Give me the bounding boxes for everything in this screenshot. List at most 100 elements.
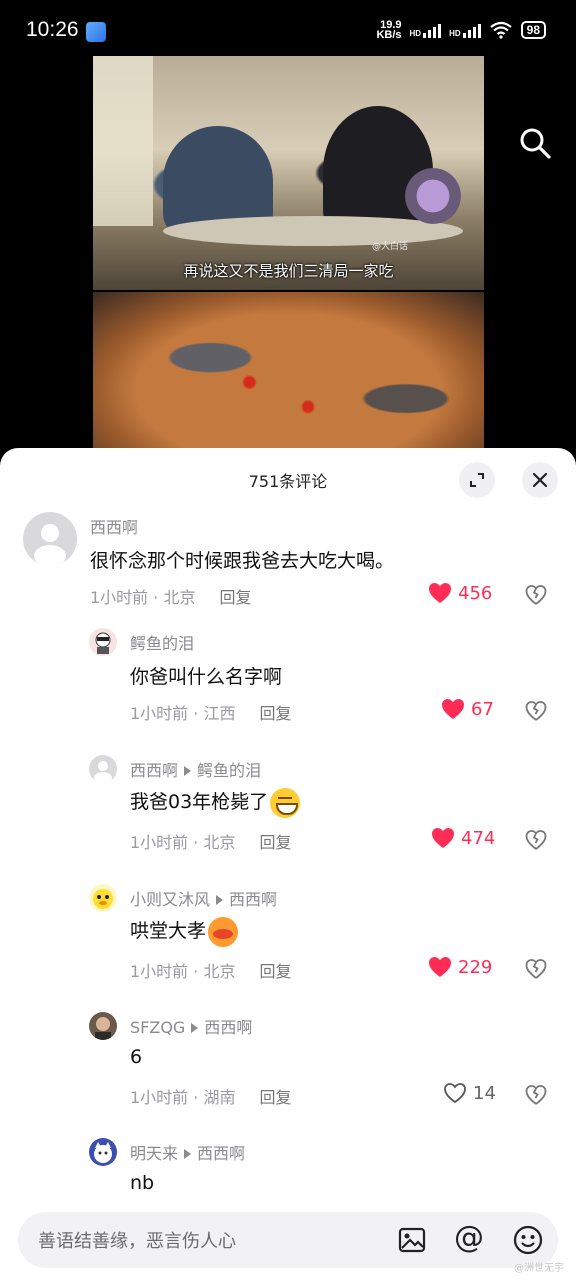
like-button[interactable]: 67 <box>441 698 494 720</box>
username-text[interactable]: 鳄鱼的泪 <box>130 634 194 653</box>
like-button[interactable]: 14 <box>443 1082 496 1104</box>
comment-username[interactable]: 鳄鱼的泪 <box>130 630 194 654</box>
signal-bars-1-icon <box>423 22 442 38</box>
comment-username[interactable]: 明天来 西西啊 <box>130 1140 245 1164</box>
comment-item: 小则又沐风 西西啊 哄堂大孝 1小时前 · 北京 回复 229 <box>0 882 576 992</box>
avatar[interactable] <box>89 628 117 656</box>
network-speed: 19.9 KB/s <box>376 20 401 41</box>
video-frame-fish-dish <box>93 292 484 456</box>
comment-username[interactable]: 西西啊 鳄鱼的泪 <box>130 757 261 781</box>
avatar-cat-icon <box>94 1142 112 1163</box>
hd-label-2: HD <box>449 29 461 38</box>
reply-to-username[interactable]: 西西啊 <box>229 890 277 909</box>
meta-sep: · <box>188 833 204 852</box>
reply-button[interactable]: 回复 <box>259 962 291 981</box>
comment-item: 西西啊 鳄鱼的泪 我爸03年枪毙了 1小时前 · 北京 回复 474 <box>0 753 576 863</box>
comment-time: 1小时前 <box>90 588 149 607</box>
emoji-icon[interactable] <box>512 1224 544 1256</box>
username-text[interactable]: SFZQG <box>130 1018 185 1037</box>
like-button[interactable]: 456 <box>428 582 492 604</box>
battery-indicator: 98 <box>520 21 546 39</box>
close-icon <box>532 472 548 488</box>
like-count: 14 <box>473 1082 496 1104</box>
reply-arrow-icon <box>184 1149 192 1159</box>
heart-filled-icon <box>429 957 451 977</box>
comment-location: 北京 <box>163 588 196 607</box>
avatar[interactable] <box>89 1138 117 1166</box>
like-count: 474 <box>461 827 496 849</box>
reply-button[interactable]: 回复 <box>259 833 291 852</box>
comment-text: 你爸叫什么名字啊 <box>130 666 283 688</box>
like-count: 229 <box>458 956 493 978</box>
reply-to-username[interactable]: 西西啊 <box>197 1144 245 1163</box>
meta-sep: · <box>188 962 204 981</box>
status-time: 10:26 <box>26 18 79 41</box>
reply-arrow-icon <box>184 766 192 776</box>
laughing-emoji-icon <box>208 916 239 947</box>
like-count: 67 <box>471 698 494 720</box>
broken-heart-icon[interactable] <box>525 584 547 606</box>
comment-username[interactable]: 小则又沐风 西西啊 <box>130 886 277 910</box>
reply-arrow-icon <box>191 1023 199 1033</box>
broken-heart-icon[interactable] <box>525 958 547 980</box>
grin-emoji-icon <box>270 787 301 818</box>
comment-text: 我爸03年枪毙了 <box>130 787 301 818</box>
comment-meta: 1小时前 · 北京 回复 <box>130 958 291 982</box>
username-text[interactable]: 小则又沐风 <box>130 890 210 909</box>
corner-watermark: @洲世无宇 <box>514 1263 564 1274</box>
reply-button[interactable]: 回复 <box>219 588 251 607</box>
username-text[interactable]: 明天来 <box>130 1144 178 1163</box>
app-notification-icon <box>86 22 106 42</box>
username-text[interactable]: 西西啊 <box>90 518 138 537</box>
comment-item: SFZQG 西西啊 6 1小时前 · 湖南 回复 14 <box>0 1010 576 1120</box>
at-icon[interactable]: @ <box>454 1220 486 1255</box>
signal-bars-2-icon <box>462 22 481 38</box>
wifi-icon <box>489 21 512 39</box>
comment-username[interactable]: 西西啊 <box>90 514 138 538</box>
avatar[interactable] <box>89 1012 117 1040</box>
reply-button[interactable]: 回复 <box>259 704 291 723</box>
comment-meta: 1小时前 · 北京 回复 <box>130 829 291 853</box>
comment-meta: 1小时前 · 北京 回复 <box>90 584 251 608</box>
comment-text: nb <box>130 1172 155 1194</box>
reply-to-username[interactable]: 鳄鱼的泪 <box>197 761 261 780</box>
reply-to-username[interactable]: 西西啊 <box>204 1018 252 1037</box>
comment-input[interactable]: 善语结善缘，恶言伤人心 <box>38 1227 236 1253</box>
heart-filled-icon <box>432 828 454 848</box>
comment-time: 1小时前 <box>130 833 189 852</box>
comment-location: 江西 <box>203 704 236 723</box>
status-indicators: 19.9 KB/s HD HD 98 <box>376 20 546 41</box>
like-button[interactable]: 229 <box>428 956 492 978</box>
meta-sep: · <box>188 704 204 723</box>
comment-text-content: 我爸03年枪毙了 <box>130 791 269 813</box>
comment-item: 鳄鱼的泪 你爸叫什么名字啊 1小时前 · 江西 回复 67 <box>0 626 576 736</box>
close-button[interactable] <box>522 462 558 498</box>
broken-heart-icon[interactable] <box>525 700 547 722</box>
like-button[interactable]: 474 <box>431 827 495 849</box>
expand-button[interactable] <box>459 462 495 498</box>
meta-sep: · <box>188 1088 204 1107</box>
avatar[interactable] <box>89 755 117 783</box>
broken-heart-icon[interactable] <box>525 829 547 851</box>
broken-heart-icon[interactable] <box>525 1084 547 1106</box>
default-avatar-icon <box>94 761 112 783</box>
video-subtitle: 再说这又不是我们三清局一家吃 <box>183 262 394 280</box>
comment-location: 北京 <box>203 833 236 852</box>
search-icon[interactable] <box>518 126 552 160</box>
expand-icon <box>470 473 484 487</box>
signal-1: HD <box>410 22 442 38</box>
image-icon[interactable] <box>396 1224 428 1256</box>
comment-username[interactable]: SFZQG 西西啊 <box>130 1014 252 1038</box>
comments-sheet: 751条评论 西西啊 很怀念那个时候跟我爸去大吃大喝。 1小时前 · 北京 回复 … <box>0 448 576 1280</box>
video-player[interactable]: @大白话 再说这又不是我们三清局一家吃 <box>0 56 576 456</box>
comment-location: 湖南 <box>203 1088 236 1107</box>
avatar[interactable] <box>23 512 77 566</box>
video-frame-dinner-scene <box>93 56 484 290</box>
meta-sep: · <box>148 588 164 607</box>
comment-time: 1小时前 <box>130 1088 189 1107</box>
avatar[interactable] <box>89 884 117 912</box>
avatar-photo-icon <box>95 1017 111 1040</box>
reply-button[interactable]: 回复 <box>259 1088 291 1107</box>
comment-input-bar[interactable]: 善语结善缘，恶言伤人心 @ <box>18 1212 558 1268</box>
username-text[interactable]: 西西啊 <box>130 761 178 780</box>
